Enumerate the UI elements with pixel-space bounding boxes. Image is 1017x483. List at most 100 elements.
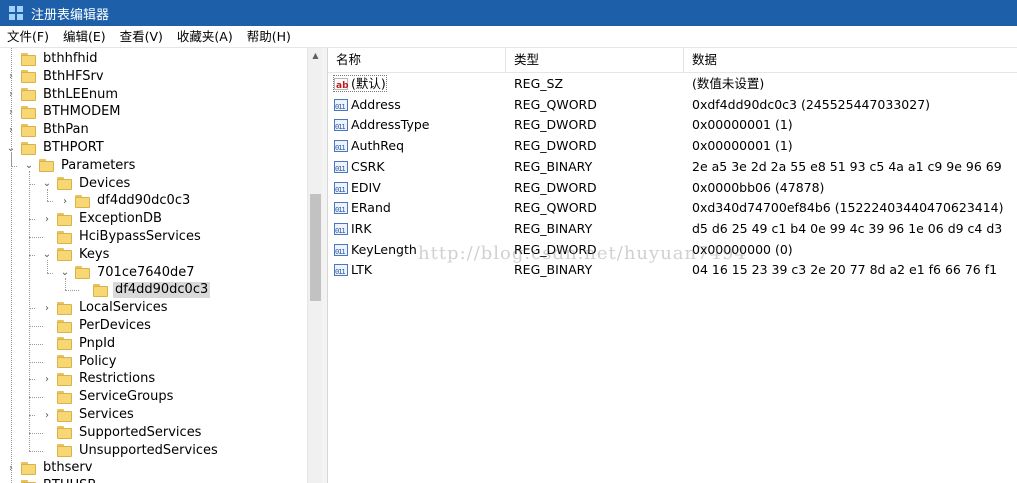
- binary-value-icon: 011: [334, 140, 348, 153]
- tree-item-label: PerDevices: [79, 318, 151, 333]
- tree-guide-line: [29, 183, 35, 185]
- tree-item[interactable]: Policy: [40, 353, 118, 371]
- expand-chevron-icon[interactable]: ›: [40, 406, 54, 424]
- value-row[interactable]: 011 CSRK REG_BINARY 2e a5 3e 2d 2a 55 e8 51…: [328, 157, 1017, 177]
- values-list: 名称 类型 数据 ab (默认) REG_SZ (数值未设置) 011 Address RE…: [328, 48, 1017, 483]
- tree-item[interactable]: ⌄ Keys: [40, 246, 111, 264]
- tree-item-label: BTHPORT: [43, 140, 104, 155]
- tree-item[interactable]: › Services: [40, 406, 136, 424]
- tree-item-label: 701ce7640de7: [97, 264, 195, 280]
- expand-chevron-icon[interactable]: ›: [40, 210, 54, 228]
- value-data: 2e a5 3e 2d 2a 55 e8 51 93 c5 4a a1 c9 9…: [692, 158, 1002, 174]
- binary-value-icon: 011: [334, 222, 348, 235]
- tree-scrollbar[interactable]: ▲: [307, 48, 323, 483]
- value-row[interactable]: 011 EDIV REG_DWORD 0x0000bb06 (47878): [328, 178, 1017, 198]
- scrollbar-thumb[interactable]: [310, 194, 321, 301]
- column-header-data[interactable]: 数据: [684, 48, 1017, 72]
- tree-item[interactable]: ⌄ Parameters: [22, 157, 137, 175]
- tree-item[interactable]: › Restrictions: [40, 370, 157, 388]
- value-row[interactable]: 011 AddressType REG_DWORD 0x00000001 (1): [328, 115, 1017, 135]
- title-bar[interactable]: 注册表编辑器: [0, 0, 1017, 26]
- tree-item[interactable]: bthhfhid: [4, 50, 100, 68]
- menu-edit[interactable]: 编辑(E): [56, 26, 113, 47]
- binary-value-icon: 011: [334, 264, 348, 277]
- value-data: 0xdf4dd90dc0c3 (245525447033027): [692, 96, 931, 112]
- tree-guide-line: [47, 272, 53, 274]
- tree-item[interactable]: PerDevices: [40, 317, 153, 335]
- tree-item-label: Parameters: [61, 157, 136, 173]
- column-header-type[interactable]: 类型: [506, 48, 684, 72]
- folder-icon: [57, 248, 72, 262]
- tree-item[interactable]: › BTHMODEM: [4, 103, 123, 121]
- folder-icon: [93, 283, 108, 297]
- tree-item[interactable]: PnpId: [40, 335, 117, 353]
- tree-item[interactable]: UnsupportedServices: [40, 442, 220, 460]
- value-row[interactable]: ab (默认) REG_SZ (数值未设置): [328, 74, 1017, 94]
- menu-help[interactable]: 帮助(H): [240, 26, 298, 47]
- menu-view[interactable]: 查看(V): [113, 26, 170, 47]
- key-tree[interactable]: bthhfhid › BthHFSrv › BthLEEnum › BTHMODEM › Bth…: [0, 48, 307, 483]
- tree-item[interactable]: SupportedServices: [40, 424, 203, 442]
- scroll-up-arrow-icon[interactable]: ▲: [308, 48, 323, 63]
- value-data: (数值未设置): [692, 76, 765, 91]
- expand-chevron-icon[interactable]: ›: [58, 192, 72, 210]
- value-name-cell: 011 KeyLength: [334, 242, 417, 257]
- folder-icon: [21, 123, 36, 137]
- tree-item[interactable]: › LocalServices: [40, 299, 170, 317]
- tree-guide-line: [29, 170, 30, 451]
- tree-item-label: df4dd90dc0c3: [97, 193, 191, 209]
- value-name-cell: 011 AuthReq: [334, 138, 404, 153]
- tree-item[interactable]: › df4dd90dc0c3: [58, 192, 192, 210]
- value-data: 0xd340d74700ef84b6 (15222403440470623414…: [692, 200, 1004, 216]
- column-header-name[interactable]: 名称: [328, 48, 506, 72]
- value-row[interactable]: 011 Address REG_QWORD 0xdf4dd90dc0c3 (24552…: [328, 95, 1017, 115]
- value-type: REG_DWORD: [514, 179, 597, 195]
- tree-item[interactable]: › bthserv: [4, 459, 94, 477]
- value-type: REG_QWORD: [514, 96, 597, 112]
- menu-favorites[interactable]: 收藏夹(A): [170, 26, 240, 47]
- value-data: d5 d6 25 49 c1 b4 0e 99 4c 39 96 1e 06 d…: [692, 220, 1003, 236]
- folder-icon: [57, 355, 72, 369]
- value-data: 0x00000001 (1): [692, 117, 793, 133]
- value-row[interactable]: 011 ERand REG_QWORD 0xd340d74700ef84b6 (152…: [328, 198, 1017, 218]
- binary-value-icon: 011: [334, 243, 348, 256]
- folder-icon: [57, 230, 72, 244]
- folder-icon: [57, 372, 72, 386]
- tree-item[interactable]: ⌄ BTHPORT: [4, 139, 106, 157]
- value-type: REG_QWORD: [514, 200, 597, 216]
- tree-item[interactable]: ServiceGroups: [40, 388, 175, 406]
- value-row[interactable]: 011 AuthReq REG_DWORD 0x00000001 (1): [328, 136, 1017, 156]
- value-row[interactable]: 011 IRK REG_BINARY d5 d6 25 49 c1 b4 0e 99 …: [328, 219, 1017, 239]
- value-name: EDIV: [351, 179, 381, 195]
- tree-guide-line: [47, 201, 53, 203]
- tree-item[interactable]: df4dd90dc0c3: [76, 281, 211, 299]
- tree-item[interactable]: ⌄ Devices: [40, 175, 132, 193]
- tree-item[interactable]: › BthLEEnum: [4, 86, 120, 104]
- column-header: 名称 类型 数据: [328, 48, 1017, 73]
- tree-item[interactable]: HciBypassServices: [40, 228, 203, 246]
- folder-icon: [57, 444, 72, 458]
- tree-item[interactable]: › BthHFSrv: [4, 68, 106, 86]
- menu-file[interactable]: 文件(F): [0, 26, 56, 47]
- value-name-cell: 011 Address: [334, 97, 401, 112]
- tree-item-label: BTHMODEM: [43, 104, 121, 120]
- tree-item-label: bthserv: [43, 460, 93, 476]
- tree-guide-line: [65, 290, 79, 292]
- folder-icon: [57, 301, 72, 315]
- value-name-cell: 011 ERand: [334, 200, 391, 215]
- expand-chevron-icon[interactable]: ›: [40, 370, 54, 388]
- tree-item[interactable]: › BthPan: [4, 121, 91, 139]
- folder-icon: [57, 426, 72, 440]
- tree-guide-line: [29, 415, 35, 416]
- folder-icon: [21, 141, 36, 155]
- tree-item-label: SupportedServices: [79, 424, 202, 440]
- tree-item[interactable]: ⌄ 701ce7640de7: [58, 264, 197, 282]
- tree-item[interactable]: › ExceptionDB: [40, 210, 164, 228]
- folder-icon: [21, 88, 36, 102]
- tree-item[interactable]: ›BTHUSB: [4, 477, 98, 483]
- value-name: Address: [351, 96, 401, 112]
- folder-icon: [21, 461, 36, 475]
- folder-icon: [21, 52, 36, 66]
- expand-chevron-icon[interactable]: ›: [40, 299, 54, 317]
- tree-item-label: Restrictions: [79, 371, 156, 387]
